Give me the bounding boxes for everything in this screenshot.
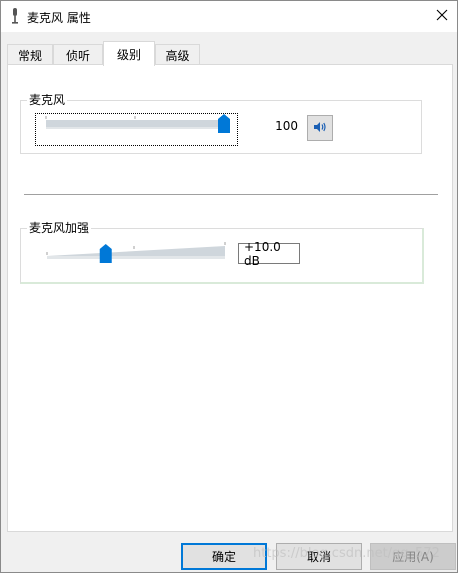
boost-slider-track: [47, 246, 225, 256]
microphone-boost-group: 麦克风加强 +10.0 dB: [20, 221, 424, 284]
microphone-slider-track: [46, 120, 224, 128]
levels-panel: 麦克风 100 麦克风加强 +10.0 dB: [7, 64, 453, 532]
microphone-icon: [10, 8, 20, 24]
ok-button[interactable]: 确定: [181, 543, 267, 570]
microphone-level-slider[interactable]: [35, 113, 238, 146]
title-bar: 麦克风 属性: [1, 1, 457, 32]
boost-group-label: 麦克风加强: [27, 221, 92, 235]
window-title: 麦克风 属性: [27, 11, 91, 25]
tab-levels[interactable]: 级别: [103, 41, 155, 66]
microphone-level-value[interactable]: 100: [251, 115, 301, 136]
close-icon: [436, 9, 448, 24]
close-button[interactable]: [427, 1, 457, 32]
cancel-button[interactable]: 取消: [276, 543, 362, 570]
properties-dialog: 麦克风 属性 常规 侦听 级别 高级 麦克风 100 麦克风加强 +10.0 d…: [0, 0, 458, 573]
tab-advanced[interactable]: 高级: [155, 44, 200, 65]
mute-button[interactable]: [307, 115, 333, 141]
speaker-icon: [313, 121, 327, 136]
separator-line: [24, 194, 438, 195]
apply-button[interactable]: 应用(A): [370, 543, 456, 570]
boost-slider-thumb: [99, 244, 112, 263]
tab-general[interactable]: 常规: [7, 44, 53, 65]
microphone-group-label: 麦克风: [27, 93, 68, 107]
boost-level-slider[interactable]: [45, 241, 235, 267]
boost-level-value[interactable]: +10.0 dB: [238, 240, 300, 268]
microphone-group: 麦克风 100: [20, 93, 422, 154]
tab-listen[interactable]: 侦听: [53, 44, 103, 65]
microphone-slider-thumb: [218, 114, 230, 133]
